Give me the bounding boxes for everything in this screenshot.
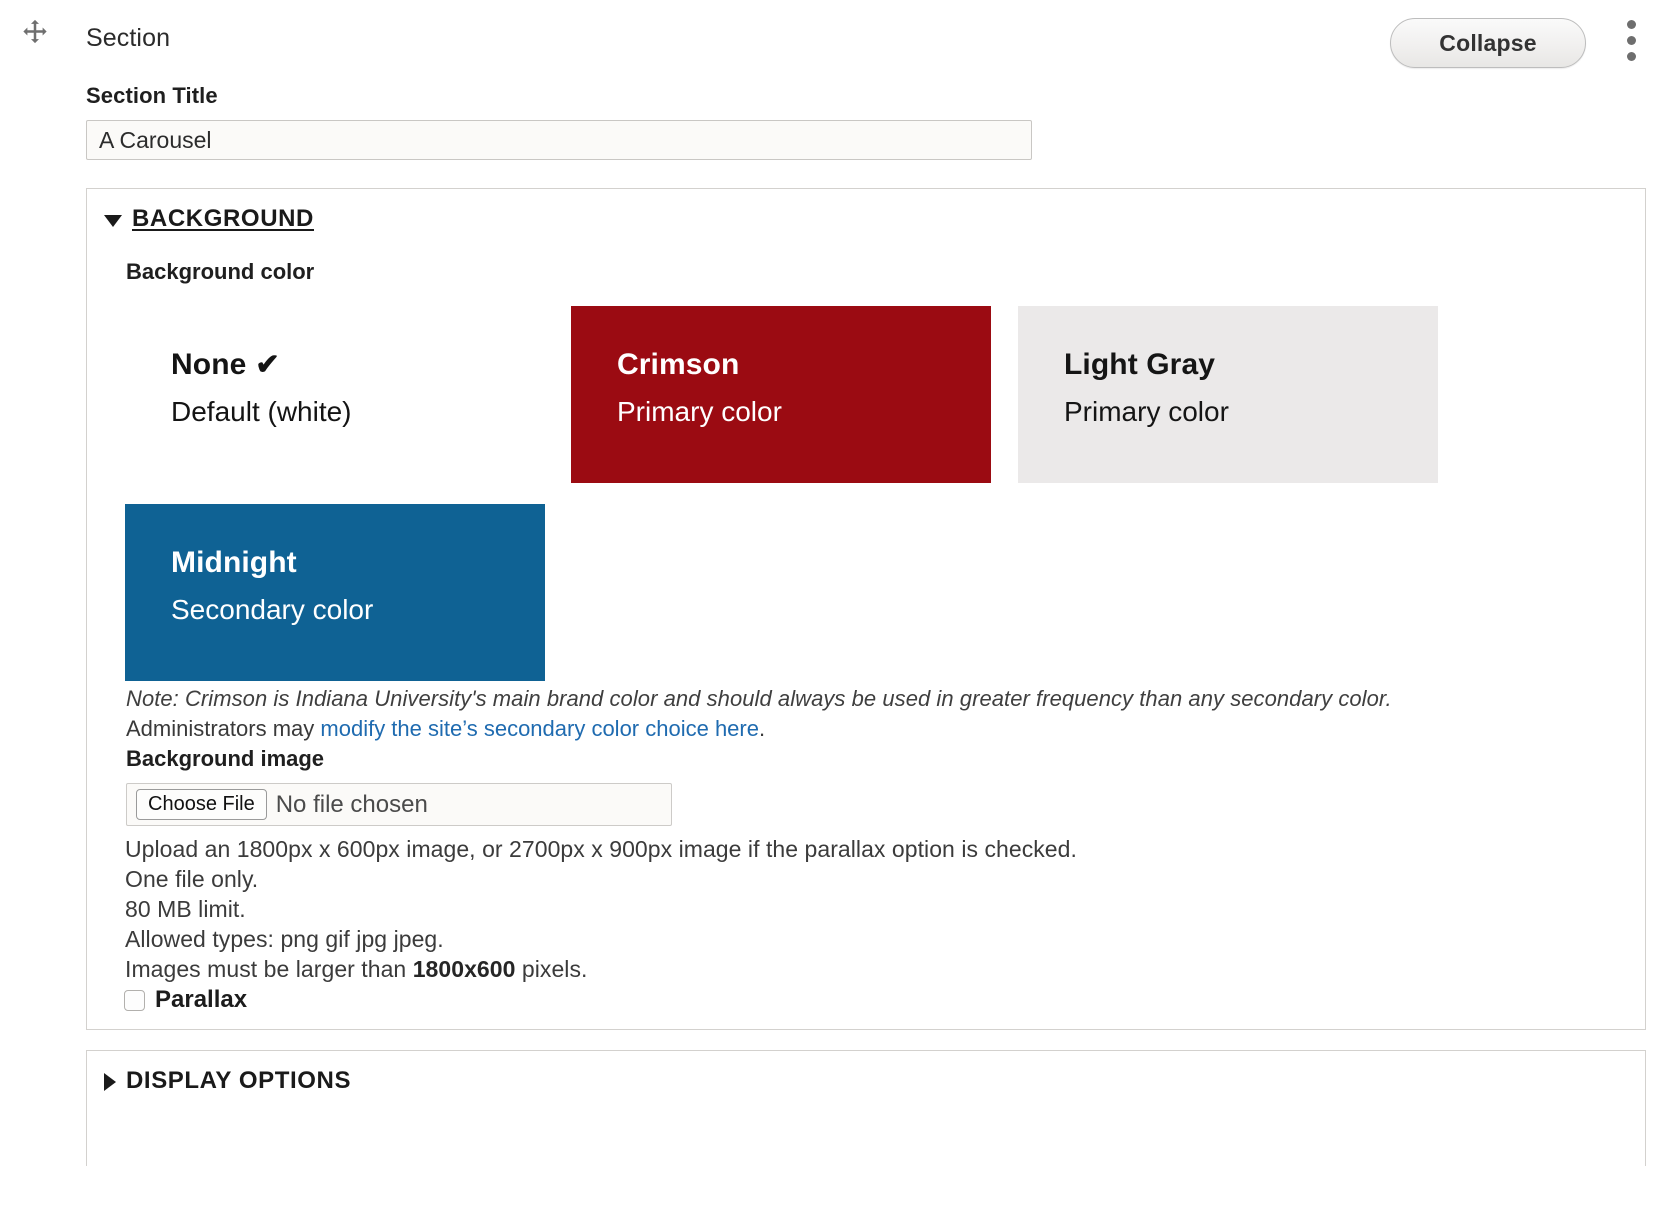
background-panel-title: BACKGROUND: [132, 205, 314, 232]
background-color-label: Background color: [126, 259, 315, 284]
swatch-title: Crimson: [617, 348, 748, 382]
swatch-crimson[interactable]: Crimson Primary color: [571, 306, 991, 483]
choose-file-button[interactable]: Choose File: [136, 788, 267, 821]
minimum-size-help-line: Images must be larger than 1800x600 pixe…: [125, 956, 587, 983]
swatch-name-text: Crimson: [617, 348, 740, 381]
swatch-name-text: Light Gray: [1064, 348, 1216, 381]
display-options-title: DISPLAY OPTIONS: [126, 1067, 352, 1094]
background-panel-toggle[interactable]: BACKGROUND: [104, 205, 314, 233]
display-options-panel: DISPLAY OPTIONS: [86, 1050, 1646, 1166]
swatch-light-gray[interactable]: Light Gray Primary color: [1018, 306, 1438, 483]
swatch-title: Light Gray: [1064, 348, 1224, 382]
section-header-bar: Section Collapse: [0, 0, 1676, 72]
collapse-button[interactable]: Collapse: [1390, 18, 1586, 68]
swatch-subtitle: Secondary color: [171, 594, 374, 625]
min-size-suffix: pixels.: [515, 956, 588, 982]
swatch-name-text: Midnight: [171, 546, 297, 579]
swatch-midnight[interactable]: Midnight Secondary color: [125, 504, 545, 681]
parallax-checkbox[interactable]: [124, 989, 145, 1011]
background-image-file-input[interactable]: Choose File No file chosen: [126, 783, 672, 826]
swatch-none[interactable]: None ✔ Default (white): [125, 306, 545, 483]
background-panel: BACKGROUND Background color None ✔ Defau…: [86, 188, 1646, 1030]
vertical-ellipsis-icon[interactable]: [1618, 20, 1644, 66]
upload-help-line: One file only.: [125, 866, 259, 892]
drag-handle-icon[interactable]: [20, 18, 50, 48]
parallax-row: Parallax: [124, 986, 247, 1014]
ellipsis-dot: [1626, 52, 1636, 61]
min-size-prefix: Images must be larger than: [125, 956, 413, 982]
display-options-toggle[interactable]: DISPLAY OPTIONS: [104, 1067, 351, 1095]
swatch-title: Midnight: [171, 546, 306, 580]
swatch-subtitle: Primary color: [1064, 396, 1229, 427]
background-image-label: Background image: [126, 746, 325, 771]
swatch-subtitle: Default (white): [171, 396, 352, 427]
section-type-label: Section: [86, 24, 171, 52]
triangle-right-icon: [104, 1073, 116, 1091]
ellipsis-dot: [1626, 36, 1636, 45]
secondary-color-link[interactable]: modify the site’s secondary color choice…: [320, 716, 759, 741]
administrators-note-prefix: Administrators may: [126, 716, 321, 741]
administrators-note-suffix: .: [758, 716, 766, 741]
ellipsis-dot: [1626, 20, 1636, 29]
upload-help-line: Upload an 1800px x 600px image, or 2700p…: [125, 836, 1077, 862]
triangle-down-icon: [104, 215, 122, 227]
upload-help-line: Allowed types: png gif jpg jpeg.: [125, 926, 444, 952]
section-title-input[interactable]: [86, 120, 1032, 160]
swatch-title: None ✔: [171, 348, 280, 382]
upload-help-line: 80 MB limit.: [125, 896, 246, 922]
swatch-subtitle: Primary color: [617, 396, 782, 427]
brand-color-note: Note: Crimson is Indiana University's ma…: [126, 686, 1392, 711]
swatch-name-text: None: [171, 348, 247, 381]
check-icon: ✔: [255, 348, 280, 381]
parallax-label[interactable]: Parallax: [155, 986, 247, 1014]
file-status-text: No file chosen: [275, 790, 428, 818]
min-size-value: 1800x600: [412, 956, 516, 982]
section-title-label: Section Title: [86, 83, 218, 108]
administrators-note: Administrators may modify the site’s sec…: [126, 716, 765, 742]
